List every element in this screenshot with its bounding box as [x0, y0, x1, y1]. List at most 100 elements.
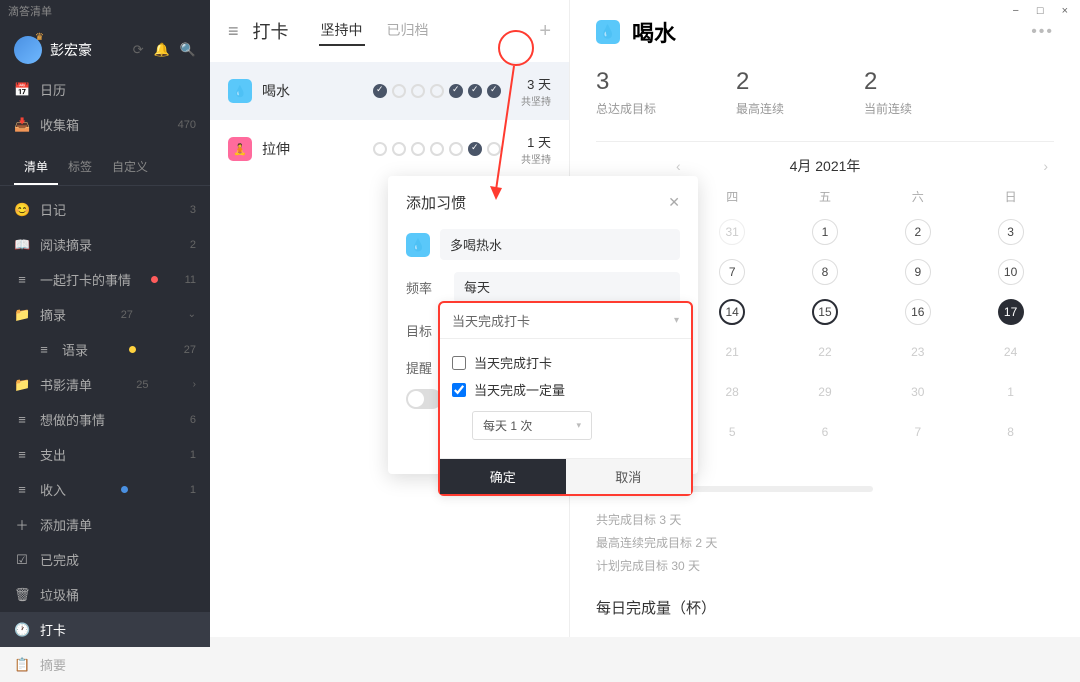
calendar-day[interactable]: 24 [967, 335, 1054, 369]
more-icon[interactable]: ••• [1031, 23, 1054, 41]
calendar-day[interactable]: 22 [782, 335, 869, 369]
window-minimize[interactable]: − [1012, 5, 1018, 17]
freq-select[interactable]: 每天 [454, 272, 680, 303]
calendar-day[interactable]: 15 [782, 295, 869, 329]
inbox-icon: 📥 [14, 117, 30, 133]
progress-line: 最高连续完成目标 2 天 [596, 532, 1054, 555]
list-icon: 😊 [14, 202, 30, 218]
check-dot[interactable] [468, 142, 482, 156]
username: 彭宏豪 [50, 40, 92, 60]
next-month[interactable]: › [1043, 158, 1048, 174]
sidebar-calendar[interactable]: 📅日历 [0, 72, 210, 107]
calendar-day[interactable]: 10 [967, 255, 1054, 289]
calendar-day[interactable]: 7 [689, 255, 776, 289]
goal-option-amount[interactable]: 当天完成一定量 [452, 376, 679, 403]
calendar-day[interactable]: 8 [782, 255, 869, 289]
calendar-day[interactable]: 3 [967, 215, 1054, 249]
sync-icon[interactable]: ⟳ [133, 42, 144, 58]
calendar-day[interactable]: 6 [782, 415, 869, 449]
calendar-day[interactable]: 21 [689, 335, 776, 369]
weekday-header: 四 [689, 184, 776, 209]
list-icon: ≡ [14, 272, 30, 287]
prev-month[interactable]: ‹ [676, 158, 681, 174]
habit-row[interactable]: 🧘拉伸1 天共坚持 [210, 120, 569, 178]
sidebar-item[interactable]: ≡支出1 [0, 437, 210, 472]
bell-icon[interactable]: 🔔 [154, 42, 170, 58]
calendar-day[interactable]: 2 [874, 215, 961, 249]
calendar-day[interactable]: 29 [782, 375, 869, 409]
calendar-day[interactable]: 16 [874, 295, 961, 329]
check-dot[interactable] [411, 142, 425, 156]
calendar-day[interactable]: 30 [874, 375, 961, 409]
check-dot[interactable] [430, 142, 444, 156]
window-maximize[interactable]: □ [1037, 5, 1044, 17]
freq-label: 频率 [406, 278, 454, 297]
search-icon[interactable]: 🔍 [180, 42, 196, 58]
weekday-header: 日 [967, 184, 1054, 209]
calendar-day[interactable]: 31 [689, 215, 776, 249]
check-dot[interactable] [411, 84, 425, 98]
habit-type-icon[interactable]: 💧 [406, 233, 430, 257]
clock-icon: 🕐 [14, 622, 30, 638]
calendar-day[interactable]: 8 [967, 415, 1054, 449]
sidebar-item[interactable]: 📖阅读摘录2 [0, 227, 210, 262]
habit-row[interactable]: 💧喝水3 天共坚持 [210, 62, 569, 120]
sidebar-trash[interactable]: 🗑垃圾桶 [0, 577, 210, 612]
goal-current-select[interactable]: 当天完成打卡▾ [440, 303, 691, 339]
sidebar-item[interactable]: ≡收入1 [0, 472, 210, 507]
modal-title: 添加习惯 [406, 192, 466, 213]
sidebar-item[interactable]: ≡一起打卡的事情11 [0, 262, 210, 297]
menu-icon[interactable]: ≡ [228, 21, 239, 42]
check-dot[interactable] [392, 142, 406, 156]
calendar-day[interactable]: 28 [689, 375, 776, 409]
calendar-day[interactable]: 5 [689, 415, 776, 449]
sidebar-completed[interactable]: ☑已完成 [0, 542, 210, 577]
calendar-day[interactable]: 1 [782, 215, 869, 249]
list-icon: ＋ [14, 515, 30, 534]
sidebar-tab-custom[interactable]: 自定义 [102, 150, 158, 185]
sidebar-item[interactable]: ＋添加清单 [0, 507, 210, 542]
check-dot[interactable] [430, 84, 444, 98]
sidebar-item[interactable]: ≡想做的事情6 [0, 402, 210, 437]
check-dot[interactable] [373, 84, 387, 98]
popover-cancel-button[interactable]: 取消 [566, 459, 692, 494]
popover-ok-button[interactable]: 确定 [440, 459, 566, 494]
check-dot[interactable] [487, 142, 501, 156]
sidebar-checkin[interactable]: 🕐打卡 [0, 612, 210, 647]
sidebar-tab-tags[interactable]: 标签 [58, 150, 102, 185]
window-close[interactable]: × [1062, 5, 1068, 17]
habit-name-input[interactable] [440, 229, 680, 260]
sidebar-item[interactable]: 📁摘录27⌄ [0, 297, 210, 332]
daily-section-title: 每日完成量（杯） [596, 597, 1054, 618]
calendar-day[interactable]: 7 [874, 415, 961, 449]
remind-toggle[interactable] [406, 389, 442, 409]
sidebar-item[interactable]: ≡语录27 [0, 332, 210, 367]
avatar[interactable]: ♛ [14, 36, 42, 64]
check-dot[interactable] [449, 84, 463, 98]
check-dot[interactable] [392, 84, 406, 98]
add-habit-button[interactable]: + [539, 20, 551, 43]
calendar-day[interactable]: 1 [967, 375, 1054, 409]
calendar-day[interactable]: 23 [874, 335, 961, 369]
app-title: 滴答清单 [0, 0, 210, 22]
close-icon[interactable]: ✕ [668, 194, 680, 211]
check-dot[interactable] [468, 84, 482, 98]
sidebar-item[interactable]: 📁书影清单25› [0, 367, 210, 402]
goal-option-checkin[interactable]: 当天完成打卡 [452, 349, 679, 376]
check-dot[interactable] [449, 142, 463, 156]
goal-amount-select[interactable]: 每天 1 次▾ [472, 411, 592, 440]
list-icon: 📁 [14, 307, 30, 323]
progress-bar [663, 486, 873, 492]
calendar-day[interactable]: 14 [689, 295, 776, 329]
sidebar-item[interactable]: 😊日记3 [0, 192, 210, 227]
stat-block: 2当前连续 [864, 68, 912, 117]
sidebar-summary[interactable]: 📋摘要 [0, 647, 210, 682]
sidebar-tab-lists[interactable]: 清单 [14, 150, 58, 185]
check-dot[interactable] [487, 84, 501, 98]
check-dot[interactable] [373, 142, 387, 156]
chevron-icon: ⌄ [188, 309, 196, 320]
trash-icon: 🗑 [14, 587, 30, 603]
calendar-day[interactable]: 9 [874, 255, 961, 289]
sidebar-inbox[interactable]: 📥收集箱470 [0, 107, 210, 142]
calendar-day[interactable]: 17 [967, 295, 1054, 329]
